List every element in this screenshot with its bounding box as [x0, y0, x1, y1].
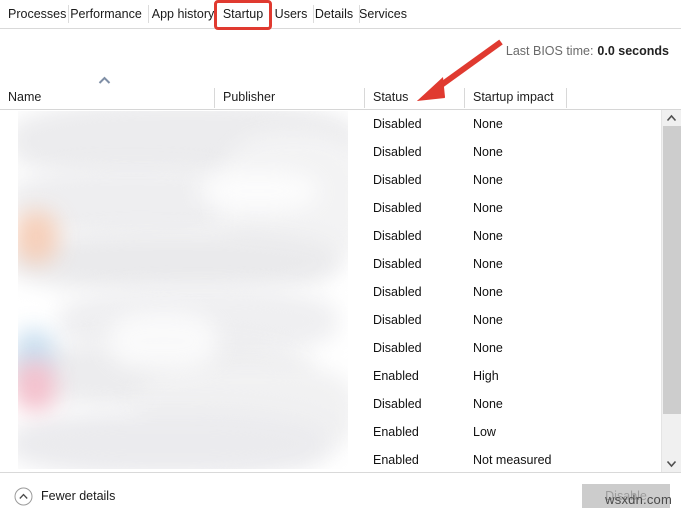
cell-status: Disabled	[373, 278, 422, 306]
chevron-down-icon	[662, 455, 681, 472]
fewer-details-label: Fewer details	[41, 489, 115, 503]
sort-ascending-caret-icon	[98, 76, 111, 85]
cell-status: Disabled	[373, 306, 422, 334]
column-divider[interactable]	[214, 88, 215, 108]
last-bios-time-label: Last BIOS time:	[506, 44, 594, 58]
column-header-name[interactable]: Name	[8, 86, 41, 109]
fewer-details-button[interactable]: Fewer details	[14, 486, 115, 506]
table-row[interactable]: Disabled None	[0, 110, 655, 138]
cell-startup-impact: None	[473, 390, 503, 418]
column-divider[interactable]	[464, 88, 465, 108]
column-header-startup-impact[interactable]: Startup impact	[473, 86, 554, 109]
watermark: wsxdn.com	[605, 492, 672, 507]
cell-status: Disabled	[373, 250, 422, 278]
circled-chevron-up-icon	[14, 487, 33, 506]
cell-status: Enabled	[373, 446, 419, 472]
table-row[interactable]: Disabled None	[0, 278, 655, 306]
table-row[interactable]: Disabled None	[0, 306, 655, 334]
tab-label: App history	[152, 7, 215, 21]
column-header-publisher[interactable]: Publisher	[223, 86, 275, 109]
cell-status: Disabled	[373, 166, 422, 194]
cell-startup-impact: None	[473, 278, 503, 306]
startup-items-list[interactable]: Disabled None Disabled None Disabled Non…	[0, 110, 681, 472]
tab-bar: Processes Performance App history Startu…	[0, 0, 681, 29]
cell-startup-impact: Not measured	[473, 446, 552, 472]
tab-performance[interactable]: Performance	[68, 0, 144, 28]
table-row[interactable]: Enabled Low	[0, 418, 655, 446]
column-header-status[interactable]: Status	[373, 86, 408, 109]
cell-startup-impact: None	[473, 110, 503, 138]
column-header-label: Status	[373, 90, 408, 104]
cell-startup-impact: None	[473, 222, 503, 250]
cell-status: Disabled	[373, 110, 422, 138]
tab-label: Startup	[223, 7, 263, 21]
tab-label: Performance	[70, 7, 142, 21]
column-divider[interactable]	[566, 88, 567, 108]
table-row[interactable]: Disabled None	[0, 222, 655, 250]
cell-startup-impact: None	[473, 250, 503, 278]
cell-status: Disabled	[373, 222, 422, 250]
cell-status: Disabled	[373, 390, 422, 418]
column-header-label: Publisher	[223, 90, 275, 104]
column-header-label: Startup impact	[473, 90, 554, 104]
footer-bar: Fewer details Disable	[0, 472, 681, 518]
table-row[interactable]: Enabled Not measured	[0, 446, 655, 472]
cell-status: Disabled	[373, 194, 422, 222]
cell-startup-impact: None	[473, 138, 503, 166]
last-bios-time: Last BIOS time:0.0 seconds	[506, 44, 669, 58]
tab-app-history[interactable]: App history	[148, 0, 218, 28]
tab-users[interactable]: Users	[273, 0, 309, 28]
scroll-up-button[interactable]	[662, 110, 681, 127]
tab-label: Users	[275, 7, 308, 21]
column-divider[interactable]	[364, 88, 365, 108]
tab-label: Processes	[8, 7, 66, 21]
table-row[interactable]: Disabled None	[0, 250, 655, 278]
tab-details[interactable]: Details	[313, 0, 355, 28]
cell-startup-impact: High	[473, 362, 499, 390]
tab-separator	[148, 5, 149, 23]
last-bios-time-value: 0.0 seconds	[597, 44, 669, 58]
cell-status: Enabled	[373, 418, 419, 446]
vertical-scrollbar[interactable]	[661, 110, 681, 472]
chevron-up-icon	[662, 110, 681, 127]
tab-label: Details	[315, 7, 353, 21]
cell-startup-impact: Low	[473, 418, 496, 446]
tab-services[interactable]: Services	[359, 0, 407, 28]
column-header-label: Name	[8, 90, 41, 104]
cell-startup-impact: None	[473, 166, 503, 194]
cell-startup-impact: None	[473, 334, 503, 362]
tab-startup[interactable]: Startup	[220, 0, 266, 28]
tab-separator	[68, 5, 69, 23]
cell-status: Disabled	[373, 334, 422, 362]
cell-startup-impact: None	[473, 194, 503, 222]
cell-status: Enabled	[373, 362, 419, 390]
table-row[interactable]: Disabled None	[0, 138, 655, 166]
tab-processes[interactable]: Processes	[8, 0, 64, 28]
column-header-row: Name Publisher Status Startup impact	[0, 86, 681, 110]
table-row[interactable]: Disabled None	[0, 390, 655, 418]
tab-separator	[313, 5, 314, 23]
table-row[interactable]: Disabled None	[0, 334, 655, 362]
table-row[interactable]: Disabled None	[0, 194, 655, 222]
table-row[interactable]: Disabled None	[0, 166, 655, 194]
cell-status: Disabled	[373, 138, 422, 166]
tab-separator	[359, 5, 360, 23]
scrollbar-thumb[interactable]	[663, 126, 681, 414]
cell-startup-impact: None	[473, 306, 503, 334]
table-row[interactable]: Enabled High	[0, 362, 655, 390]
tab-label: Services	[359, 7, 407, 21]
column-header-extra[interactable]	[575, 86, 655, 109]
scroll-down-button[interactable]	[662, 455, 681, 472]
